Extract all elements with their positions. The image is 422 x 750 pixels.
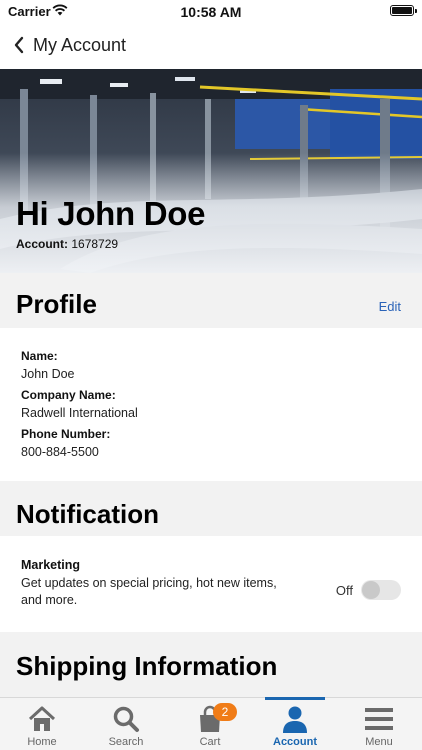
notification-section-header: Notification (0, 481, 422, 536)
marketing-toggle[interactable] (361, 580, 401, 600)
clock: 10:58 AM (180, 4, 242, 20)
page-title: My Account (33, 35, 127, 55)
tab-cart[interactable]: 2 Cart (168, 698, 252, 750)
tab-menu-label: Menu (365, 736, 393, 748)
company-name-label: Company Name: (21, 388, 116, 402)
profile-section-header: Profile Edit (0, 273, 422, 328)
edit-profile-button[interactable]: Edit (379, 299, 401, 314)
shipping-section-header: Shipping Information (0, 632, 422, 697)
tab-home-label: Home (27, 736, 57, 748)
tab-account[interactable]: Account (253, 698, 337, 750)
account-icon (283, 706, 307, 733)
navigation-bar: My Account (0, 24, 422, 69)
notification-card: Marketing Get updates on special pricing… (0, 536, 422, 632)
marketing-label: Marketing (21, 558, 81, 572)
bottom-tab-bar: Home Search 2 Cart Account Menu (0, 697, 422, 750)
marketing-toggle-state: Off (335, 583, 353, 598)
tab-home[interactable]: Home (0, 698, 84, 750)
search-icon (113, 706, 139, 732)
phone-number-value: 800-884-5500 (21, 445, 99, 459)
home-icon (28, 706, 56, 731)
account-hero-banner: Hi John Doe Account: 1678729 (0, 69, 422, 273)
cart-count-badge: 2 (213, 703, 237, 721)
notification-title: Notification (16, 499, 159, 529)
chevron-left-icon (14, 36, 24, 54)
tab-account-label: Account (273, 736, 317, 748)
tab-menu[interactable]: Menu (337, 698, 421, 750)
account-number-value: 1678729 (71, 237, 119, 251)
tab-search[interactable]: Search (84, 698, 168, 750)
tab-search-label: Search (108, 736, 144, 748)
battery-icon (390, 5, 417, 16)
status-bar: Carrier 10:58 AM (0, 0, 422, 24)
account-label: Account: (16, 237, 68, 251)
profile-title: Profile (16, 289, 97, 319)
name-value: John Doe (21, 367, 75, 381)
tab-cart-label: Cart (199, 736, 221, 748)
back-button[interactable] (6, 32, 32, 58)
hamburger-menu-icon (365, 708, 393, 730)
company-name-value: Radwell International (21, 406, 138, 420)
marketing-description: Get updates on special pricing, hot new … (21, 576, 277, 607)
greeting-heading: Hi John Doe (16, 195, 206, 232)
shipping-title: Shipping Information (16, 651, 278, 681)
toggle-knob (362, 581, 380, 599)
account-number: Account: 1678729 (16, 237, 118, 251)
phone-number-label: Phone Number: (21, 427, 111, 441)
name-label: Name: (21, 349, 58, 363)
profile-card: Name: John Doe Company Name: Radwell Int… (0, 328, 422, 481)
